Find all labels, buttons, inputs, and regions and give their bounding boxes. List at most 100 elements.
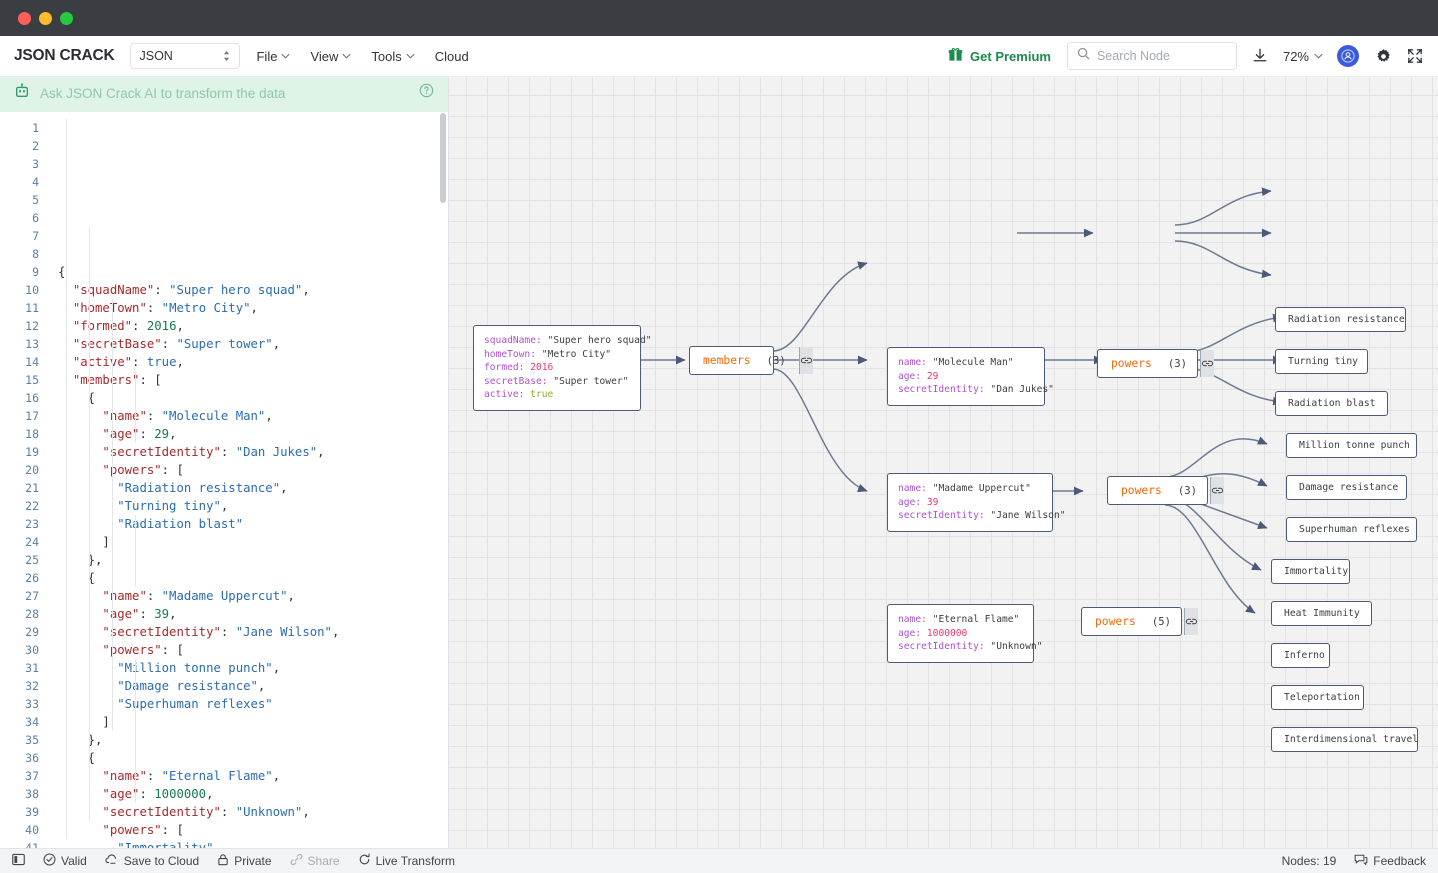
code-line: "homeTown": "Metro City", xyxy=(58,299,448,317)
graph-node-leaf[interactable]: Superhuman reflexes xyxy=(1286,517,1417,542)
graph-node-root[interactable]: squadName: "Super hero squad"homeTown: "… xyxy=(473,325,641,411)
graph-canvas[interactable]: squadName: "Super hero squad"homeTown: "… xyxy=(449,77,1438,848)
node-property-row: squadName: "Super hero squad" xyxy=(484,334,630,348)
share-button[interactable]: Share xyxy=(290,853,340,869)
download-button[interactable] xyxy=(1251,47,1269,65)
parent-node-count: (5) xyxy=(1152,616,1171,628)
leaf-node-label: Superhuman reflexes xyxy=(1299,524,1410,535)
status-valid: Valid xyxy=(43,853,87,869)
avatar[interactable] xyxy=(1337,45,1359,67)
code-line: "secretIdentity": "Jane Wilson", xyxy=(58,623,448,641)
graph-node-leaf[interactable]: Radiation blast xyxy=(1275,391,1388,416)
menu-cloud[interactable]: Cloud xyxy=(435,49,469,64)
status-bar: Valid Save to Cloud Private Share Live T… xyxy=(0,848,1438,873)
menu-view[interactable]: View xyxy=(310,49,351,64)
link-icon[interactable] xyxy=(1184,608,1198,635)
collapse-fullscreen-button[interactable] xyxy=(1406,47,1424,65)
graph-node-leaf[interactable]: Radiation resistance xyxy=(1275,307,1406,332)
gift-icon xyxy=(948,47,963,65)
leaf-node-label: Radiation resistance xyxy=(1288,314,1405,325)
format-select[interactable]: JSON xyxy=(130,43,240,69)
parent-node-count: (3) xyxy=(1168,358,1187,370)
graph-node-leaf[interactable]: Teleportation xyxy=(1271,685,1364,710)
graph-node-member[interactable]: name: "Madame Uppercut"age: 39secretIden… xyxy=(887,473,1053,532)
window-minimize-button[interactable] xyxy=(39,12,52,25)
help-circle-icon[interactable] xyxy=(419,83,434,103)
graph-node-leaf[interactable]: Heat Immunity xyxy=(1271,601,1372,626)
graph-node-leaf[interactable]: Million tonne punch xyxy=(1286,433,1417,458)
chevron-down-icon xyxy=(406,52,415,61)
menu-tools[interactable]: Tools xyxy=(371,49,414,64)
code-editor[interactable]: 1234567891011121314151617181920212223242… xyxy=(0,109,448,848)
save-to-cloud-button[interactable]: Save to Cloud xyxy=(105,853,199,869)
code-line: ] xyxy=(58,713,448,731)
graph-node-powers[interactable]: powers(3) xyxy=(1097,349,1198,378)
code-line: }, xyxy=(58,551,448,569)
code-line: "members": [ xyxy=(58,371,448,389)
leaf-node-label: Heat Immunity xyxy=(1284,608,1360,619)
window-close-button[interactable] xyxy=(18,12,31,25)
graph-node-leaf[interactable]: Interdimensional travel xyxy=(1271,727,1418,752)
main-split: Ask JSON Crack AI to transform the data … xyxy=(0,77,1438,848)
leaf-node-label: Million tonne punch xyxy=(1299,440,1410,451)
panel-toggle-icon xyxy=(12,853,25,869)
parent-node-name: powers xyxy=(1121,484,1162,497)
graph-node-leaf[interactable]: Damage resistance xyxy=(1286,475,1407,500)
live-transform-toggle[interactable]: Live Transform xyxy=(358,853,455,869)
code-line: "Million tonne punch", xyxy=(58,659,448,677)
code-line: "secretIdentity": "Unknown", xyxy=(58,803,448,821)
code-line: { xyxy=(58,263,448,281)
graph-node-leaf[interactable]: Immortality xyxy=(1271,559,1350,584)
graph-node-member[interactable]: name: "Molecule Man"age: 29secretIdentit… xyxy=(887,347,1045,406)
node-property-value: 29 xyxy=(927,371,939,382)
node-property-key: squadName: xyxy=(484,335,542,346)
graph-node-leaf[interactable]: Turning tiny xyxy=(1275,349,1368,374)
node-property-row: secretIdentity: "Unknown" xyxy=(898,640,1023,654)
code-line: "age": 29, xyxy=(58,425,448,443)
menu-file[interactable]: File xyxy=(256,49,290,64)
line-number: 13 xyxy=(0,335,39,353)
code-line: "powers": [ xyxy=(58,821,448,839)
graph-node-powers[interactable]: powers (5) xyxy=(1081,607,1182,636)
graph-node-members[interactable]: members(3) xyxy=(689,346,774,375)
check-circle-icon xyxy=(43,853,56,869)
line-number: 25 xyxy=(0,551,39,569)
parent-node-name: powers xyxy=(1095,615,1136,628)
menu-cloud-label: Cloud xyxy=(435,49,469,64)
settings-button[interactable] xyxy=(1375,48,1392,65)
node-property-value: "Molecule Man" xyxy=(933,357,1014,368)
app-logo[interactable]: JSON CRACK xyxy=(14,47,114,65)
privacy-toggle[interactable]: Private xyxy=(217,853,271,869)
link-icon[interactable] xyxy=(799,347,813,374)
panel-toggle-button[interactable] xyxy=(12,853,25,869)
ai-prompt-bar[interactable]: Ask JSON Crack AI to transform the data xyxy=(0,77,448,109)
link-icon[interactable] xyxy=(1200,350,1214,377)
menu-view-label: View xyxy=(310,49,338,64)
node-property-value: "Madame Uppercut" xyxy=(933,483,1031,494)
status-bar-right: Nodes: 19 Feedback xyxy=(1282,853,1426,869)
live-transform-label: Live Transform xyxy=(376,854,455,868)
code-content[interactable]: { "squadName": "Super hero squad", "home… xyxy=(48,109,448,848)
feedback-button[interactable]: Feedback xyxy=(1354,853,1426,869)
editor-scrollbar[interactable] xyxy=(440,113,446,203)
parent-node-label: powers(3) xyxy=(1108,477,1210,504)
node-property-key: name: xyxy=(898,483,927,494)
zoom-level-control[interactable]: 72% xyxy=(1283,49,1323,64)
graph-node-member[interactable]: name: "Eternal Flame"age: 1000000secretI… xyxy=(887,604,1034,663)
window-maximize-button[interactable] xyxy=(60,12,73,25)
search-input[interactable]: Search Node xyxy=(1067,42,1237,70)
json-crack-app: JSON CRACK JSON File View Tools Cloud xyxy=(0,0,1438,873)
code-line: "Turning tiny", xyxy=(58,497,448,515)
line-number: 28 xyxy=(0,605,39,623)
graph-node-powers[interactable]: powers(3) xyxy=(1107,476,1208,505)
code-line: { xyxy=(58,389,448,407)
line-number: 32 xyxy=(0,677,39,695)
line-number: 2 xyxy=(0,137,39,155)
get-premium-button[interactable]: Get Premium xyxy=(948,47,1051,65)
node-property-row: homeTown: "Metro City" xyxy=(484,348,630,362)
node-property-value: "Metro City" xyxy=(542,349,611,360)
link-icon[interactable] xyxy=(1210,477,1224,504)
parent-node-label: members(3) xyxy=(690,347,799,374)
graph-node-leaf[interactable]: Inferno xyxy=(1271,643,1330,668)
get-premium-label: Get Premium xyxy=(970,49,1051,64)
